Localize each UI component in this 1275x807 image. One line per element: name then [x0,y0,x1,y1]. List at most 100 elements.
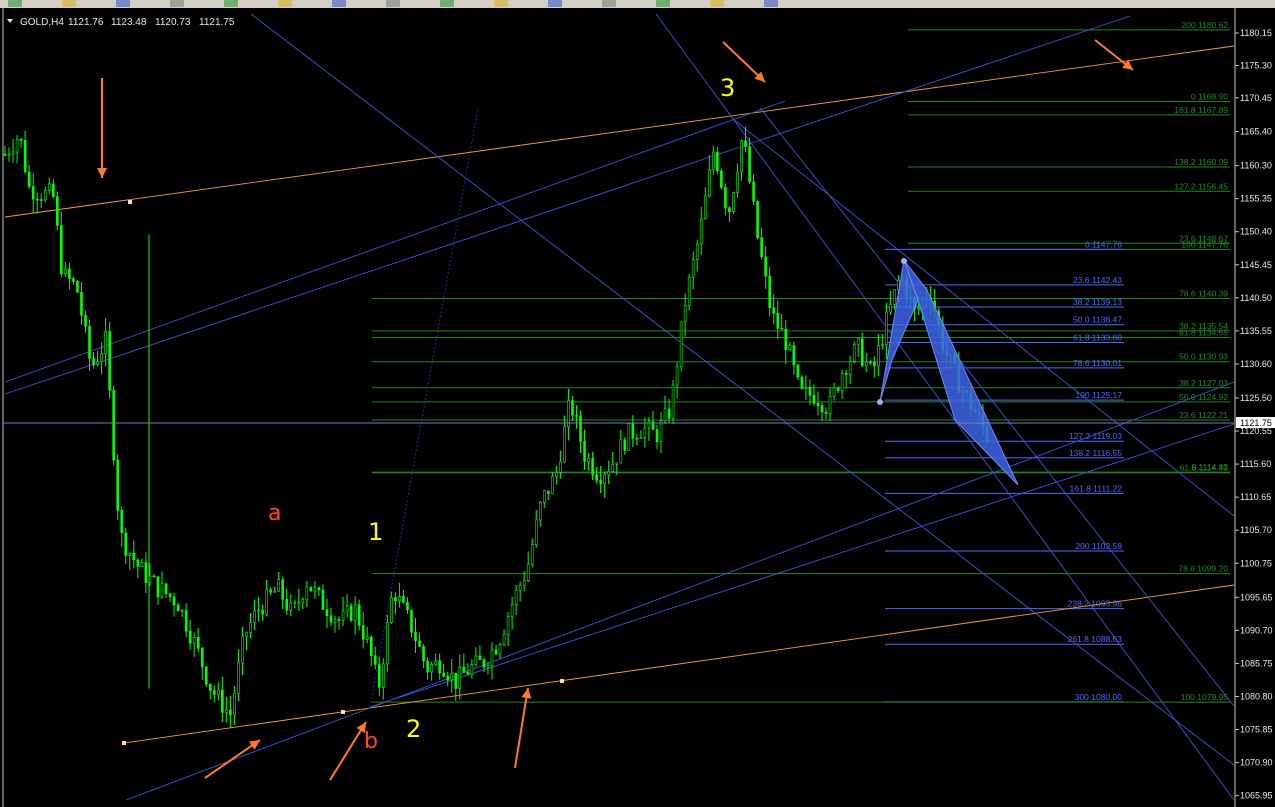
candle-body [732,192,735,212]
candle-body [410,609,413,633]
candle-body [430,664,433,673]
candle-body [450,672,454,681]
crosshair-icon[interactable] [602,0,616,7]
cursor-icon[interactable] [548,0,562,7]
fib-level-label: 23.6 1142.43 [1073,275,1122,285]
candle-body [603,474,606,485]
zoom-out-icon[interactable] [170,0,184,7]
candle-body [868,361,872,364]
candle-body [538,502,542,521]
candle-body [844,373,848,375]
y-tick-label: 1175.30 [1240,60,1272,70]
trendline-anchor-point [560,679,564,683]
candle-body [64,268,67,275]
fib-level-label: 0 1147.76 [1085,239,1122,249]
current-price-label: 1121.75 [1240,418,1272,428]
wave-label-b: b [364,729,378,754]
y-tick-label: 1105.70 [1240,525,1272,535]
candle-body [60,225,63,275]
pattern-point [901,258,907,264]
chart-shift-icon[interactable] [332,0,346,7]
candle-body [655,429,659,442]
candle-body [124,532,128,556]
high-value: 1123.48 [111,17,147,28]
candle-body [257,609,260,612]
candle-body [164,583,168,595]
candle-body [551,476,554,494]
timeframe-icon[interactable] [764,0,778,7]
candle-body [595,474,598,481]
candle-body [571,400,574,416]
autoscroll-icon[interactable] [278,0,292,7]
y-tick-label: 1110.65 [1240,492,1271,502]
add-indicator-icon[interactable] [386,0,400,7]
candle-body [828,396,832,414]
y-tick-label: 1135.55 [1240,326,1272,336]
candle-body [229,709,232,716]
candle-body [128,552,132,556]
candle-body [800,376,804,389]
candle-body [494,649,498,655]
candle-body [832,387,836,397]
candle-body [760,237,763,258]
candle-body [836,387,840,391]
candle-body [68,268,71,279]
template-icon[interactable] [494,0,508,7]
candle-body [671,384,675,419]
zoom-in-icon[interactable] [116,0,130,7]
star-icon[interactable] [62,0,76,7]
candle-body [269,589,272,593]
candle-body [112,390,115,461]
text-icon[interactable] [656,0,670,7]
fib-level-label: 38.2 1139.13 [1073,297,1122,307]
candle-body [808,386,812,396]
candle-body [39,199,43,201]
candle-body [881,344,884,347]
candle-body [225,709,228,713]
period-icon[interactable] [440,0,454,7]
fib-level-label: 23.6 1122.21 [1179,410,1228,420]
candle-body [176,604,180,612]
candle-body [873,362,876,367]
candle-body [406,602,409,611]
candle-body [196,637,200,649]
candle-body [583,441,586,462]
new-order-icon[interactable] [8,0,22,7]
candle-body [200,647,204,668]
y-tick-label: 1095.65 [1240,592,1273,602]
candle-body [261,609,264,615]
candle-body [104,331,107,354]
candle-body [579,415,582,442]
wave-label-2: 2 [406,715,421,743]
wave-label-a: a [268,501,281,526]
arrow-icon[interactable] [710,0,724,7]
candle-body [877,345,880,367]
trendline-anchor-point [341,710,345,714]
y-tick-label: 1180.15 [1240,28,1272,38]
candle-body [361,625,365,640]
candle-body [446,675,450,681]
candle-body [47,183,51,191]
candle-body [663,408,667,422]
candle-body [422,646,425,662]
candle-body [687,276,691,306]
wave-label-1: 1 [368,518,383,546]
candle-body [394,597,397,602]
candle-body [253,610,256,624]
tile-icon[interactable] [224,0,238,7]
candle-body [885,311,888,346]
y-tick-label: 1125.50 [1240,393,1272,403]
candle-body [784,328,788,351]
candle-body [542,490,546,503]
candle-body [418,640,421,647]
candle-body [337,619,341,621]
candle-body [184,610,188,632]
y-tick-label: 1100.75 [1240,558,1272,568]
candle-body [402,595,405,603]
candle-body [108,331,111,391]
candle-body [245,632,248,637]
candle-body [398,595,401,602]
candle-body [611,463,615,472]
candle-body [454,672,458,689]
chart-background [0,8,1275,807]
